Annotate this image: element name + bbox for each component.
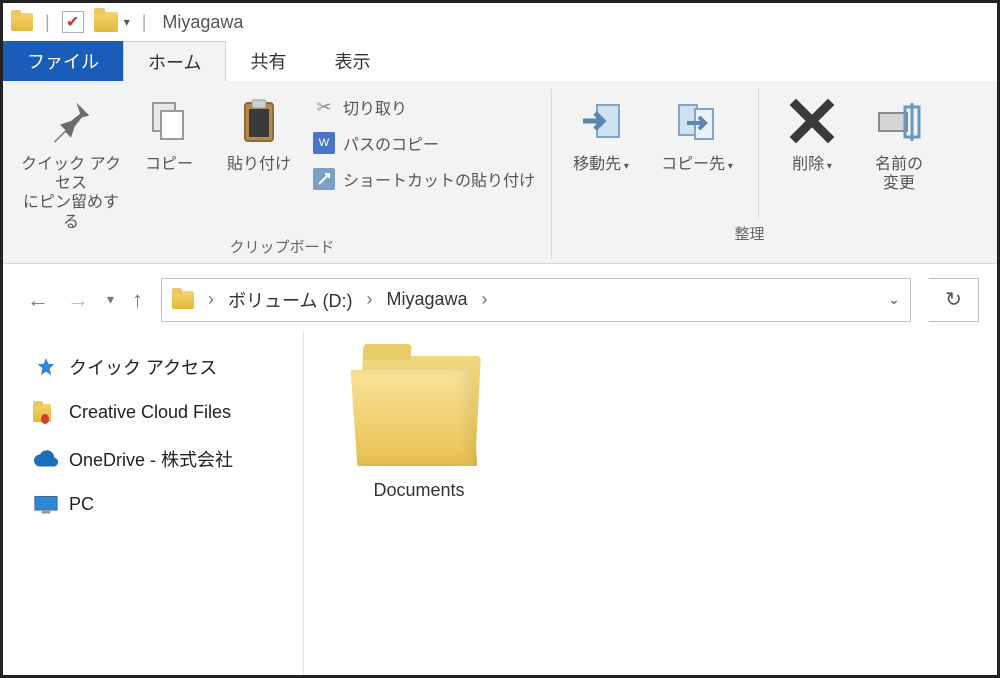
nav-item-pc[interactable]: PC xyxy=(15,494,291,516)
nav-back-button[interactable]: ← xyxy=(27,287,49,313)
copy-to-icon xyxy=(673,93,721,149)
nav-up-button[interactable]: ↑ xyxy=(132,287,143,313)
delete-x-icon xyxy=(788,93,836,149)
ribbon-group-clipboard: クイック アクセス にピン留めする コピー xyxy=(13,89,552,259)
ribbon: クイック アクセス にピン留めする コピー xyxy=(3,81,997,264)
qat-properties-icon[interactable]: ✔ xyxy=(62,11,84,33)
explorer-window: | ✔ ▾ | Miyagawa ファイル ホーム 共有 表示 クイック アクセ… xyxy=(0,0,1000,678)
refresh-icon: ↻ xyxy=(945,287,962,312)
pc-monitor-icon xyxy=(33,494,59,516)
copy-path-icon: W xyxy=(313,132,335,154)
title-separator: | xyxy=(45,12,50,33)
ribbon-group-title-clipboard: クリップボード xyxy=(229,236,334,259)
copy-to-button[interactable]: コピー先 ▾ xyxy=(654,89,740,174)
copy-button[interactable]: コピー xyxy=(133,89,205,174)
pin-to-quickaccess-button[interactable]: クイック アクセス にピン留めする xyxy=(21,89,121,232)
ribbon-tab-strip: ファイル ホーム 共有 表示 xyxy=(3,41,997,81)
pin-icon xyxy=(49,93,93,149)
tab-file[interactable]: ファイル xyxy=(3,41,123,81)
rename-icon xyxy=(875,93,923,149)
tab-home[interactable]: ホーム xyxy=(123,41,226,81)
cut-button[interactable]: ✂ 切り取り xyxy=(313,95,543,119)
onedrive-cloud-icon xyxy=(33,448,59,470)
nav-item-onedrive[interactable]: OneDrive - 株式会社 xyxy=(15,446,291,472)
quick-access-star-icon xyxy=(33,356,59,378)
qat-newfolder-icon[interactable] xyxy=(94,12,118,32)
breadcrumb-dropdown-icon[interactable]: ⌄ xyxy=(888,291,900,308)
paste-button[interactable]: 貼り付け xyxy=(217,89,301,174)
window-title: Miyagawa xyxy=(162,12,243,33)
breadcrumb-folder-icon xyxy=(172,291,194,309)
tab-view[interactable]: 表示 xyxy=(310,41,394,81)
delete-button[interactable]: 削除 ▾ xyxy=(777,89,847,174)
tab-share[interactable]: 共有 xyxy=(226,41,310,81)
folder-label: Documents xyxy=(373,480,464,501)
breadcrumb-seg-volume[interactable]: ボリューム (D:) xyxy=(228,287,352,313)
copy-path-button[interactable]: W パスのコピー xyxy=(313,131,543,155)
ribbon-group-title-organize: 整理 xyxy=(734,223,764,246)
chevron-right-icon: › xyxy=(362,289,376,310)
ribbon-divider xyxy=(758,89,759,219)
nav-recent-dropdown[interactable]: ▾ xyxy=(107,291,114,308)
folder-large-icon xyxy=(354,356,484,466)
rename-button[interactable]: 名前の 変更 xyxy=(859,89,939,193)
nav-item-creative-cloud[interactable]: Creative Cloud Files xyxy=(15,402,291,424)
navigation-bar: ← → ▾ ↑ › ボリューム (D:) › Miyagawa › ⌄ ↻ xyxy=(3,264,997,332)
chevron-right-icon: › xyxy=(478,289,492,310)
app-folder-icon xyxy=(11,13,33,31)
refresh-button[interactable]: ↻ xyxy=(929,278,979,322)
content-area: クイック アクセス Creative Cloud Files OneDrive … xyxy=(3,332,997,675)
nav-item-quick-access[interactable]: クイック アクセス xyxy=(15,354,291,380)
move-to-button[interactable]: 移動先 ▾ xyxy=(560,89,642,174)
paste-clipboard-icon xyxy=(235,93,283,149)
title-bar: | ✔ ▾ | Miyagawa xyxy=(3,3,997,41)
clipboard-small-buttons: ✂ 切り取り W パスのコピー ショートカットの貼り付け xyxy=(313,89,543,191)
chevron-right-icon: › xyxy=(204,289,218,310)
title-separator-2: | xyxy=(142,12,147,33)
breadcrumb-seg-folder[interactable]: Miyagawa xyxy=(386,289,467,310)
paste-shortcut-icon xyxy=(313,168,335,190)
navigation-pane: クイック アクセス Creative Cloud Files OneDrive … xyxy=(3,332,303,675)
paste-shortcut-button[interactable]: ショートカットの貼り付け xyxy=(313,167,543,191)
breadcrumb[interactable]: › ボリューム (D:) › Miyagawa › ⌄ xyxy=(161,278,911,322)
qat-dropdown-icon[interactable]: ▾ xyxy=(124,15,130,29)
nav-forward-button[interactable]: → xyxy=(67,287,89,313)
scissors-icon: ✂ xyxy=(313,96,335,118)
creative-cloud-icon xyxy=(33,402,59,424)
file-list-pane[interactable]: Documents xyxy=(304,332,997,675)
copy-icon xyxy=(145,93,193,149)
move-to-icon xyxy=(577,93,625,149)
ribbon-group-organize: 移動先 ▾ コピー先 ▾ xyxy=(552,89,947,259)
folder-item-documents[interactable]: Documents xyxy=(334,356,504,501)
